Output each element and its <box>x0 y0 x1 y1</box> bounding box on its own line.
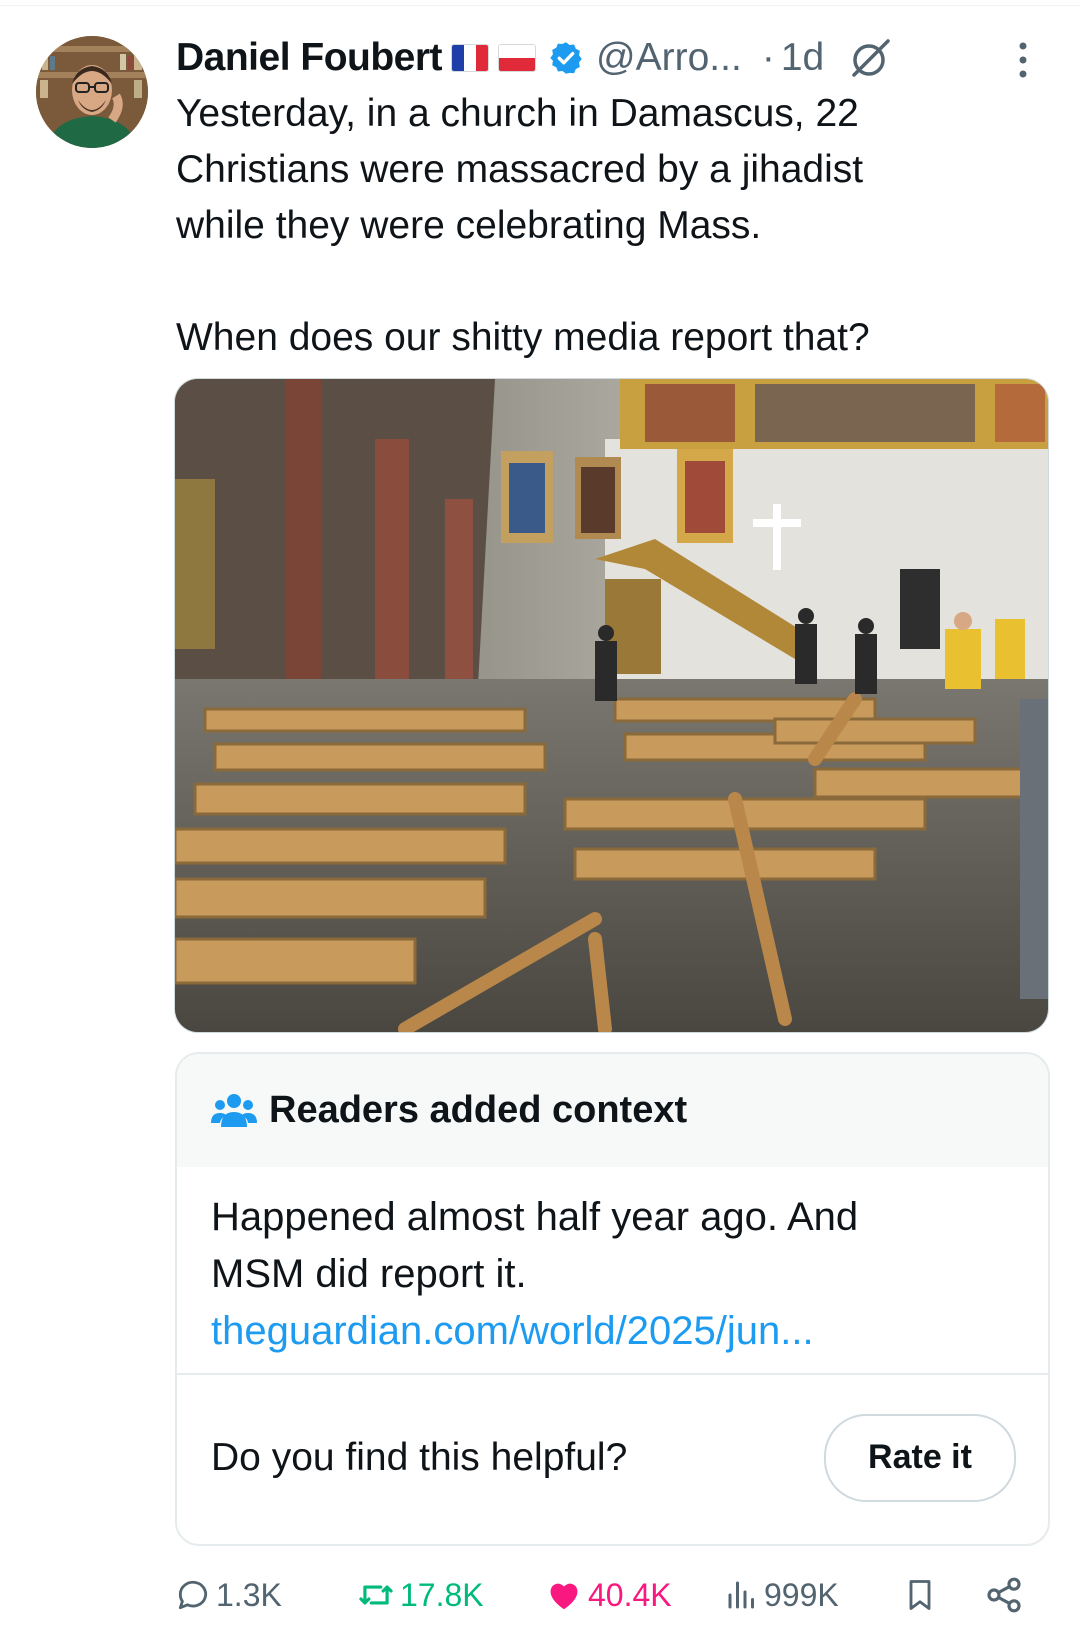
share-button[interactable] <box>984 1570 1028 1620</box>
community-note-footer: Do you find this helpful? Rate it <box>177 1375 1048 1540</box>
community-note-text: Happened almost half year ago. And MSM d… <box>211 1195 859 1296</box>
repost-icon <box>359 1585 393 1605</box>
people-icon <box>211 1093 257 1127</box>
community-note-body: Happened almost half year ago. And MSM d… <box>177 1167 1048 1375</box>
author-handle[interactable]: @Arro... <box>596 36 742 80</box>
community-note: Readers added context Happened almost ha… <box>175 1052 1050 1546</box>
views-button[interactable]: 999K <box>724 1570 839 1620</box>
views-count: 999K <box>764 1576 839 1613</box>
community-note-link[interactable]: theguardian.com/world/2025/jun... <box>211 1303 1014 1360</box>
tweet-text: Yesterday, in a church in Damascus, 22 C… <box>176 92 870 359</box>
helpful-prompt: Do you find this helpful? <box>211 1435 628 1479</box>
action-bar: 1.3K 17.8K 40.4K 999K <box>174 1570 1054 1620</box>
grok-icon[interactable] <box>848 35 894 81</box>
heart-icon <box>550 1583 578 1610</box>
reply-button[interactable]: 1.3K <box>174 1570 282 1620</box>
flag-poland-icon <box>498 44 537 72</box>
views-icon <box>728 1581 754 1609</box>
reply-count: 1.3K <box>216 1576 282 1613</box>
timestamp[interactable]: 1d <box>781 36 824 80</box>
tweet-photo[interactable] <box>174 378 1049 1033</box>
top-divider <box>0 5 1080 6</box>
verified-badge-icon <box>550 42 582 74</box>
share-icon <box>987 1577 1021 1613</box>
flag-france-icon <box>451 44 490 72</box>
more-options-icon[interactable] <box>1008 38 1038 82</box>
community-note-header: Readers added context <box>177 1054 1048 1167</box>
repost-count: 17.8K <box>400 1576 484 1613</box>
like-button[interactable]: 40.4K <box>544 1570 672 1620</box>
avatar[interactable] <box>36 36 148 148</box>
like-count: 40.4K <box>588 1576 672 1613</box>
separator-dot: · <box>761 36 775 79</box>
repost-button[interactable]: 17.8K <box>356 1570 484 1620</box>
bookmark-icon <box>909 1580 931 1610</box>
author-name[interactable]: Daniel Foubert <box>176 36 443 80</box>
rate-it-button[interactable]: Rate it <box>824 1413 1016 1502</box>
reply-icon <box>178 1580 208 1610</box>
community-note-title: Readers added context <box>269 1089 688 1131</box>
tweet-header: Daniel Foubert @Arro... · 1d <box>176 30 1056 86</box>
bookmark-button[interactable] <box>902 1570 942 1620</box>
